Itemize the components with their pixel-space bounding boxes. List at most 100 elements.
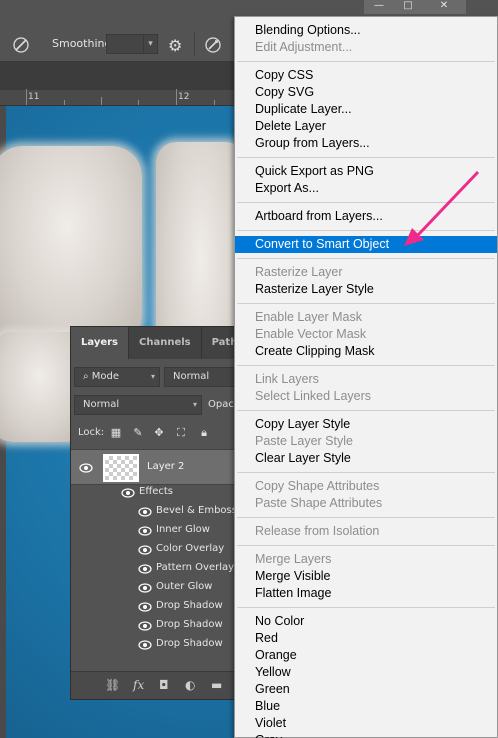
menu-item-no-color[interactable]: No Color bbox=[235, 613, 497, 630]
menu-item-copy-layer-style[interactable]: Copy Layer Style bbox=[235, 416, 497, 433]
eye-icon[interactable] bbox=[138, 621, 152, 631]
menu-separator bbox=[237, 157, 495, 158]
lock-label: Lock: bbox=[78, 427, 105, 438]
menu-item-artboard-from-layers[interactable]: Artboard from Layers... bbox=[235, 208, 497, 225]
effect-item[interactable]: Pattern Overlay bbox=[156, 562, 234, 573]
menu-item-green[interactable]: Green bbox=[235, 681, 497, 698]
ruler-tick bbox=[176, 89, 177, 105]
menu-item-blue[interactable]: Blue bbox=[235, 698, 497, 715]
menu-item-violet[interactable]: Violet bbox=[235, 715, 497, 732]
tab-channels[interactable]: Channels bbox=[129, 327, 202, 359]
artboard-lock-icon[interactable]: ⛶ bbox=[174, 426, 188, 440]
menu-item-release-from-isolation: Release from Isolation bbox=[255, 524, 380, 538]
lock-all-icon[interactable]: 🔒︎ bbox=[197, 426, 211, 440]
lock-position-icon[interactable]: ✥ bbox=[152, 426, 166, 440]
brush-icon[interactable] bbox=[12, 36, 30, 54]
menu-item-enable-layer-mask: Enable Layer Mask bbox=[255, 310, 363, 324]
menu-item-red[interactable]: Red bbox=[235, 630, 497, 647]
menu-item-export-as[interactable]: Export As... bbox=[235, 180, 497, 197]
menu-item-clear-layer-style[interactable]: Clear Layer Style bbox=[235, 450, 497, 467]
menu-item-orange[interactable]: Orange bbox=[235, 647, 497, 664]
menu-separator bbox=[237, 410, 495, 411]
adjustment-layer-icon[interactable]: ◐ bbox=[185, 678, 195, 692]
ruler-tick bbox=[64, 100, 65, 105]
brush-pressure-icon[interactable] bbox=[204, 36, 222, 54]
search-icon: ⌕ bbox=[83, 371, 92, 382]
menu-separator bbox=[237, 365, 495, 366]
layers-panel-footer: ⛓ fx ◘ ◐ ▬ bbox=[71, 671, 239, 699]
filter-kind-select[interactable]: ⌕ Mode ▾ bbox=[74, 367, 160, 387]
ruler-tick bbox=[138, 100, 139, 105]
filter-value-select[interactable]: Normal bbox=[164, 367, 237, 387]
menu-separator bbox=[237, 230, 495, 231]
menu-separator bbox=[237, 472, 495, 473]
menu-item-blending-options[interactable]: Blending Options... bbox=[235, 22, 497, 39]
eye-icon[interactable] bbox=[138, 545, 152, 555]
lock-image-pixels-icon[interactable]: ✎ bbox=[131, 426, 145, 440]
menu-item-yellow[interactable]: Yellow bbox=[235, 664, 497, 681]
link-layers-icon[interactable]: ⛓ bbox=[105, 678, 120, 692]
menu-item-gray[interactable]: Gray bbox=[235, 732, 497, 738]
menu-item-flatten-image[interactable]: Flatten Image bbox=[235, 585, 497, 602]
layer-row-layer-2[interactable]: Layer 2 bbox=[71, 449, 239, 485]
menu-item-merge-layers: Merge Layers bbox=[255, 552, 332, 566]
panel-tabs: Layers Channels Paths bbox=[71, 327, 255, 359]
menu-item-rasterize-layer: Rasterize Layer bbox=[255, 265, 343, 279]
eye-icon[interactable] bbox=[79, 463, 93, 473]
eye-icon[interactable] bbox=[138, 507, 152, 517]
menu-separator bbox=[237, 607, 495, 608]
menu-separator bbox=[237, 258, 495, 259]
smoothing-field[interactable]: ▾ bbox=[106, 34, 158, 54]
fx-icon[interactable]: fx bbox=[133, 678, 144, 692]
menu-item-copy-css[interactable]: Copy CSS bbox=[235, 67, 497, 84]
effect-item[interactable]: Drop Shadow bbox=[156, 619, 223, 630]
minimize-button[interactable]: — bbox=[364, 0, 394, 14]
eye-icon[interactable] bbox=[138, 526, 152, 536]
menu-separator bbox=[237, 545, 495, 546]
eye-icon[interactable] bbox=[138, 602, 152, 612]
effect-item[interactable]: Drop Shadow bbox=[156, 600, 223, 611]
menu-item-link-layers: Link Layers bbox=[255, 372, 319, 386]
menu-item-paste-shape-attributes: Paste Shape Attributes bbox=[255, 496, 383, 510]
menu-item-rasterize-layer-style[interactable]: Rasterize Layer Style bbox=[235, 281, 497, 298]
menu-item-copy-svg[interactable]: Copy SVG bbox=[235, 84, 497, 101]
eye-icon[interactable] bbox=[138, 564, 152, 574]
gear-icon[interactable]: ⚙ bbox=[168, 36, 186, 55]
ruler-tick bbox=[26, 89, 27, 105]
eye-icon[interactable] bbox=[138, 640, 152, 650]
menu-item-merge-visible[interactable]: Merge Visible bbox=[235, 568, 497, 585]
menu-separator bbox=[237, 61, 495, 62]
menu-item-quick-export-as-png[interactable]: Quick Export as PNG bbox=[235, 163, 497, 180]
effect-item[interactable]: Color Overlay bbox=[156, 543, 224, 554]
blend-mode-value: Normal bbox=[83, 399, 120, 410]
effect-item[interactable]: Drop Shadow bbox=[156, 638, 223, 649]
layer-thumbnail bbox=[103, 454, 139, 482]
layers-panel: Layers Channels Paths ⌕ Mode ▾ Normal No… bbox=[70, 326, 255, 700]
menu-item-enable-vector-mask: Enable Vector Mask bbox=[255, 327, 367, 341]
menu-separator bbox=[237, 202, 495, 203]
layer-name: Layer 2 bbox=[147, 461, 185, 472]
fur-letter-left-stroke bbox=[0, 146, 142, 346]
add-mask-icon[interactable]: ◘ bbox=[159, 678, 169, 692]
menu-item-create-clipping-mask[interactable]: Create Clipping Mask bbox=[235, 343, 497, 360]
effect-item[interactable]: Inner Glow bbox=[156, 524, 210, 535]
lock-transparent-pixels-icon[interactable]: ▦ bbox=[109, 426, 123, 440]
eye-icon[interactable] bbox=[138, 583, 152, 593]
tab-layers[interactable]: Layers bbox=[71, 327, 129, 359]
blend-mode-select[interactable]: Normal ▾ bbox=[74, 395, 202, 415]
effect-item[interactable]: Outer Glow bbox=[156, 581, 212, 592]
folder-icon[interactable]: ▬ bbox=[211, 678, 222, 692]
close-button[interactable]: ✕ bbox=[422, 0, 466, 14]
chevron-down-icon[interactable]: ▾ bbox=[143, 35, 157, 53]
menu-separator bbox=[237, 517, 495, 518]
maximize-button[interactable]: □ bbox=[393, 0, 423, 14]
menu-item-duplicate-layer[interactable]: Duplicate Layer... bbox=[235, 101, 497, 118]
divider bbox=[194, 32, 195, 56]
menu-item-copy-shape-attributes: Copy Shape Attributes bbox=[255, 479, 380, 493]
menu-item-group-from-layers[interactable]: Group from Layers... bbox=[235, 135, 497, 152]
chevron-down-icon: ▾ bbox=[150, 372, 155, 381]
menu-item-delete-layer[interactable]: Delete Layer bbox=[235, 118, 497, 135]
eye-icon[interactable] bbox=[121, 488, 135, 498]
effect-item[interactable]: Bevel & Emboss bbox=[156, 505, 237, 516]
menu-item-convert-to-smart-object[interactable]: Convert to Smart Object bbox=[235, 236, 497, 253]
